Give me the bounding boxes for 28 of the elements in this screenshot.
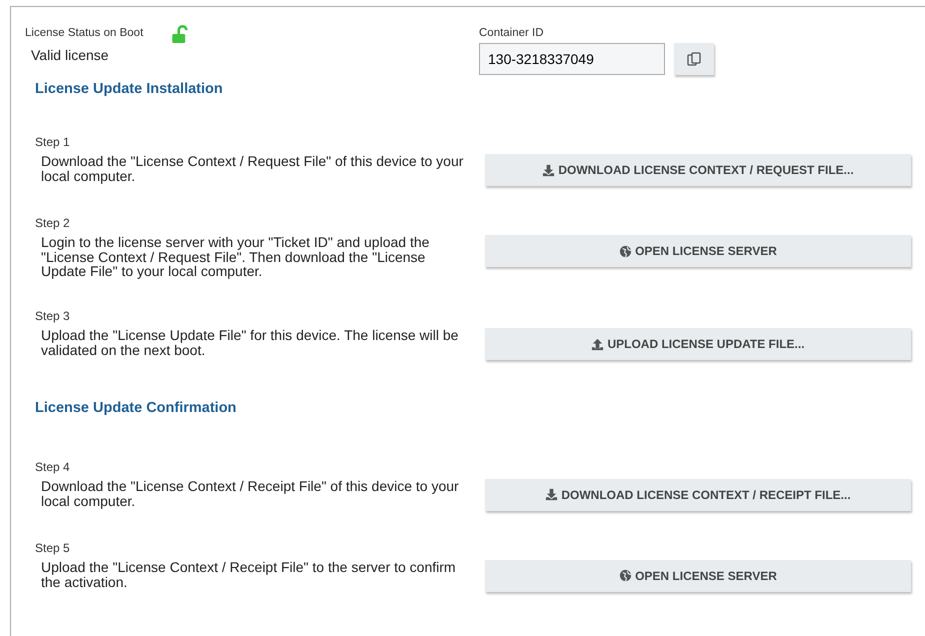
section-title: License Update Confirmation — [35, 399, 238, 418]
step-label: Step 2 — [35, 215, 71, 232]
status-value: Valid license — [31, 46, 110, 65]
action-button[interactable]: DOWNLOAD LICENSE CONTEXT / RECEIPT FILE... — [485, 478, 911, 511]
container-id-label: Container ID — [479, 26, 545, 41]
globe-icon — [619, 244, 632, 258]
step-description: Upload the "License Update File" for this device. The license will be validated on the next boot. — [41, 328, 460, 358]
action-button[interactable]: DOWNLOAD LICENSE CONTEXT / REQUEST FILE... — [485, 154, 911, 186]
status-label: License Status on Boot — [25, 26, 144, 41]
step-label: Step 3 — [35, 308, 71, 326]
upload-icon — [591, 338, 604, 351]
step-description: Login to the license server with your "Ticket ID" and upload the "License Context / Request File". Then download the "License Update File" to your local computer. — [41, 235, 430, 280]
step-description: Download the "License Context / Request File" of this device to your local computer. — [41, 154, 464, 184]
step-label: Step 4 — [35, 458, 71, 476]
step-label: Step 5 — [35, 540, 71, 557]
container-id-field[interactable]: 130-3218337049 — [479, 43, 665, 76]
copy-button[interactable] — [674, 43, 714, 76]
action-button[interactable]: OPEN LICENSE SERVER — [485, 560, 911, 592]
download-icon — [545, 488, 558, 502]
globe-icon — [619, 569, 632, 582]
action-button[interactable]: OPEN LICENSE SERVER — [485, 235, 911, 267]
step-label: Step 1 — [35, 134, 71, 151]
copy-icon — [687, 52, 701, 66]
step-description: Upload the "License Context / Receipt File" to the server to confirm the activation. — [41, 560, 457, 590]
section-title: License Update Installation — [35, 80, 224, 100]
step-description: Download the "License Context / Receipt File" of this device to your local computer. — [41, 478, 460, 508]
action-button[interactable]: UPLOAD LICENSE UPDATE FILE... — [485, 328, 911, 360]
download-icon — [542, 164, 556, 176]
